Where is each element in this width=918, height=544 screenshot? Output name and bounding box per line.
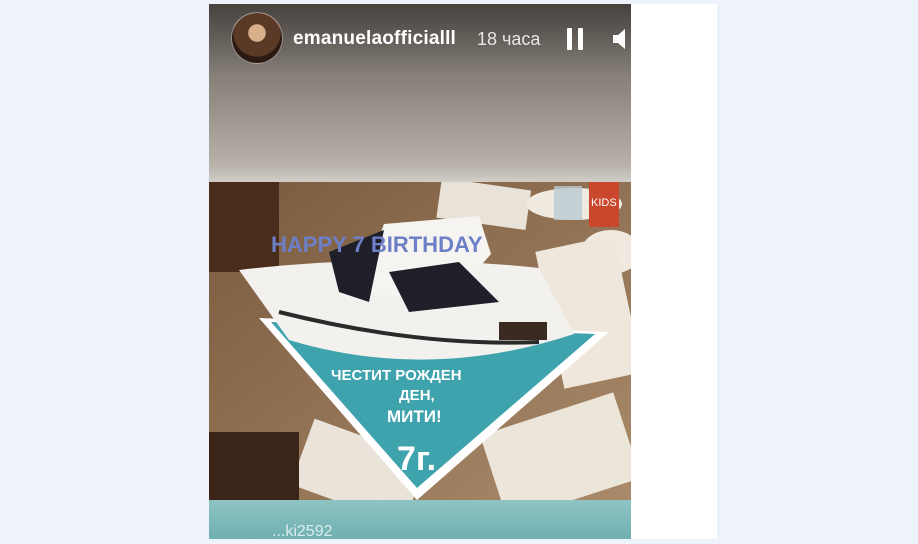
right-panel xyxy=(631,4,717,539)
cake-line3: МИТИ! xyxy=(387,407,442,426)
story-time: 18 часа xyxy=(477,29,541,49)
story-header: emanuelaofficialll 18 часа xyxy=(209,4,631,76)
story-viewer[interactable]: emanuelaofficialll 18 часа KIDS HAPPY 7 … xyxy=(209,4,631,539)
username[interactable]: emanuelaofficialll xyxy=(293,28,456,50)
cake-line1: ЧЕСТИТ РОЖДЕН xyxy=(331,367,462,384)
cake-age: 7г. xyxy=(397,440,436,478)
volume-icon[interactable] xyxy=(611,26,631,52)
story-photo: KIDS HAPPY 7 BIRTHDAY ЧЕСТИТ РОЖДЕН ДЕН, xyxy=(209,182,631,500)
kids-label: KIDS xyxy=(591,197,617,209)
pause-icon[interactable] xyxy=(565,26,585,52)
candles-text: HAPPY 7 BIRTHDAY xyxy=(271,232,483,257)
photo-tag: ...ki2592 xyxy=(272,523,333,540)
avatar[interactable] xyxy=(231,12,283,64)
cake-line2: ДЕН, xyxy=(399,387,435,404)
